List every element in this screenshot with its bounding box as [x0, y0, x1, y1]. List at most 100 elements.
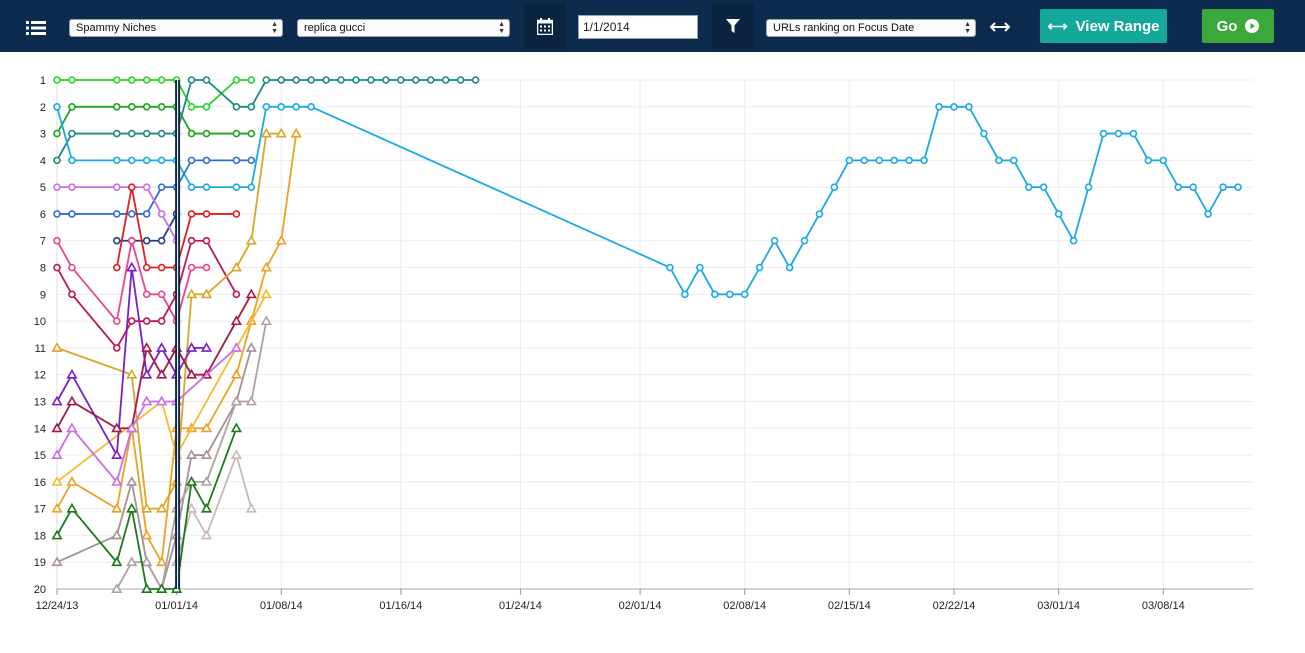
data-point-circle [232, 183, 241, 191]
data-point-triangle [126, 556, 138, 567]
data-point-circle [142, 317, 151, 325]
data-point-circle [113, 317, 121, 325]
data-point-circle [157, 183, 166, 191]
filter-button[interactable] [712, 3, 754, 49]
data-point-circle [785, 263, 794, 272]
data-point-triangle [230, 315, 242, 326]
data-point-circle [426, 76, 435, 84]
data-point-circle [68, 210, 76, 218]
data-point-circle [202, 102, 211, 111]
x-tick-label: 01/16/14 [379, 600, 422, 612]
data-point-circle [1084, 183, 1093, 191]
data-point-circle [367, 76, 375, 84]
data-point-triangle [126, 502, 138, 513]
y-tick-label: 11 [35, 343, 46, 355]
y-tick-label: 5 [40, 182, 46, 194]
ranking-mode-value: URLs ranking on Focus Date [773, 22, 915, 34]
go-button[interactable]: Go [1202, 9, 1274, 43]
data-point-circle [1009, 156, 1018, 165]
data-point-triangle [126, 476, 138, 486]
data-point-triangle [200, 529, 213, 540]
menu-button[interactable] [14, 14, 58, 42]
data-point-circle [202, 129, 211, 138]
data-point-circle [202, 76, 211, 84]
calendar-icon [537, 17, 553, 35]
data-point-triangle [245, 234, 257, 245]
data-point-circle [113, 156, 121, 165]
data-point-circle [980, 129, 988, 138]
data-point-circle [113, 263, 121, 272]
data-point-circle [307, 76, 315, 84]
data-point-triangle [200, 342, 213, 352]
data-point-circle [411, 76, 420, 84]
x-tick-label: 02/01/14 [619, 600, 662, 612]
niche-select[interactable]: Spammy Niches ▲ ▼ [69, 19, 283, 37]
data-point-circle [142, 263, 151, 272]
ranking-mode-select[interactable]: URLs ranking on Focus Date ▲ ▼ [766, 19, 976, 37]
view-range-button[interactable]: ⟷ View Range [1040, 9, 1167, 43]
data-point-triangle [141, 342, 153, 352]
y-tick-label: 1 [40, 75, 46, 87]
data-point-circle [187, 102, 196, 111]
data-point-circle [232, 156, 241, 165]
data-point-circle [247, 76, 256, 84]
data-point-circle [68, 263, 76, 272]
data-point-circle [666, 263, 674, 272]
data-point-triangle [230, 368, 242, 379]
data-point-circle [292, 102, 301, 111]
data-point-circle [1174, 183, 1183, 191]
data-point-circle [157, 102, 166, 111]
data-point-triangle [245, 288, 257, 299]
data-point-circle [1204, 210, 1212, 218]
data-point-circle [127, 102, 136, 111]
data-point-triangle [260, 288, 272, 299]
data-point-triangle [156, 502, 168, 513]
data-point-circle [1234, 183, 1242, 191]
data-point-circle [68, 290, 76, 299]
data-point-triangle [141, 368, 153, 379]
data-point-circle [187, 156, 196, 165]
focus-date-input[interactable] [578, 15, 698, 39]
select-arrows-icon: ▲ ▼ [964, 21, 971, 35]
data-point-circle [68, 76, 76, 84]
y-tick-label: 15 [34, 450, 46, 462]
y-tick-label: 7 [40, 236, 46, 248]
data-point-circle [142, 236, 151, 245]
x-tick-label: 12/24/13 [36, 600, 79, 612]
data-point-triangle [51, 342, 63, 352]
swap-arrows-icon[interactable] [987, 18, 1013, 36]
data-point-circle [322, 76, 330, 84]
data-point-triangle [111, 529, 123, 540]
niche-select-value: Spammy Niches [76, 22, 157, 34]
data-point-circle [845, 156, 854, 165]
data-point-circle [920, 156, 928, 165]
data-point-circle [68, 129, 76, 138]
data-point-circle [725, 290, 734, 299]
data-point-circle [157, 317, 166, 325]
data-point-circle [337, 76, 345, 84]
data-point-circle [127, 129, 136, 138]
data-point-circle [187, 129, 196, 138]
data-point-circle [247, 156, 256, 165]
data-point-circle [262, 76, 271, 84]
data-point-circle [1099, 129, 1108, 138]
data-point-triangle [260, 127, 272, 138]
keyword-select[interactable]: replica gucci ▲ ▼ [297, 19, 510, 37]
data-point-circle [471, 76, 480, 84]
data-point-circle [382, 76, 390, 84]
data-point-circle [157, 236, 166, 245]
data-point-circle [1054, 210, 1063, 218]
data-point-circle [441, 76, 450, 84]
calendar-button[interactable] [524, 3, 566, 49]
ranking-chart-svg: 123456789101112131415161718192012/24/13 0… [34, 75, 1253, 612]
toolbar: Spammy Niches ▲▼ replica gucci ▲▼ URLs r… [0, 0, 1305, 52]
data-point-circle [740, 290, 749, 299]
x-tick-label: 01/24/14 [499, 600, 542, 612]
data-point-triangle [245, 395, 257, 406]
data-point-triangle [200, 502, 213, 513]
data-point-circle [905, 156, 913, 165]
y-tick-label: 3 [40, 129, 46, 141]
data-point-circle [157, 263, 166, 272]
data-point-circle [202, 210, 211, 218]
y-tick-label: 4 [40, 155, 46, 167]
